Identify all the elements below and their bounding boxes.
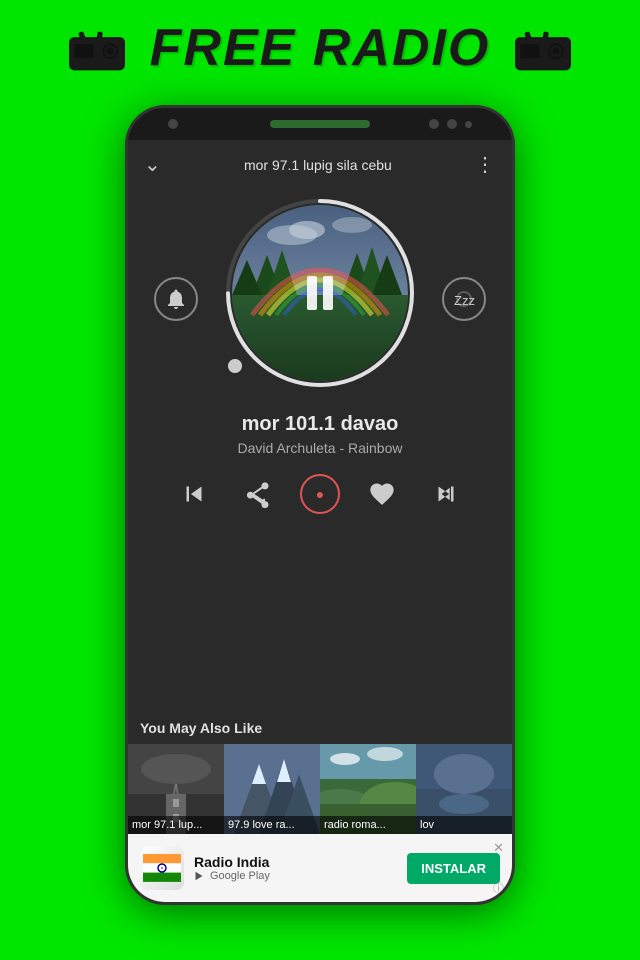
- pause-button[interactable]: [300, 273, 340, 313]
- section-label: You May Also Like: [128, 720, 512, 744]
- pause-bar-left: [307, 276, 317, 310]
- phone-status-bar: [128, 108, 512, 140]
- ad-info-button[interactable]: ⓘ: [493, 880, 504, 896]
- playback-controls: ●: [144, 472, 496, 516]
- forward-button[interactable]: [424, 472, 468, 516]
- google-play-icon: [194, 870, 206, 882]
- bell-button[interactable]: [154, 277, 198, 321]
- phone-frame: ⌄ mor 97.1 lupig sila cebu ⋮: [125, 105, 515, 905]
- app-screen: ⌄ mor 97.1 lupig sila cebu ⋮: [128, 140, 512, 902]
- ad-logo-inner: [140, 846, 184, 890]
- camera-dot: [168, 119, 178, 129]
- top-nav: ⌄ mor 97.1 lupig sila cebu ⋮: [128, 140, 512, 185]
- radio-icon-left: [62, 18, 132, 78]
- radio-icon-right: [508, 18, 578, 78]
- record-icon: ●: [316, 486, 324, 502]
- ad-title: Radio India: [194, 854, 397, 870]
- sensor-dot-1: [429, 119, 439, 129]
- ad-subtitle: Google Play: [194, 870, 397, 882]
- alarm-icon: Zzz: [452, 287, 476, 311]
- thumb-label-1: mor 97.1 lup...: [128, 816, 224, 834]
- ad-banner: Radio India Google Play INSTALAR ✕ ⓘ: [128, 834, 512, 902]
- pause-bar-right: [323, 276, 333, 310]
- bell-icon: [164, 287, 188, 311]
- ad-close-button[interactable]: ✕: [493, 840, 504, 856]
- player-section: Zzz mor 101.1 davao David Archuleta - Ra…: [128, 185, 512, 720]
- favorite-button[interactable]: [360, 472, 404, 516]
- record-button[interactable]: ●: [300, 474, 340, 514]
- thumbnail-item-3[interactable]: radio roma...: [320, 744, 416, 834]
- ad-logo: [140, 846, 184, 890]
- thumbnail-item-4[interactable]: lov: [416, 744, 512, 834]
- nav-more-button[interactable]: ⋮: [475, 152, 496, 177]
- thumbnail-item-2[interactable]: 97.9 love ra...: [224, 744, 320, 834]
- ad-text-block: Radio India Google Play: [194, 854, 397, 882]
- heart-icon: [368, 480, 396, 508]
- sensor-dot-3: [465, 121, 472, 128]
- circle-player[interactable]: [220, 193, 420, 393]
- ad-install-button[interactable]: INSTALAR: [407, 853, 500, 884]
- thumbnail-item-1[interactable]: mor 97.1 lup...: [128, 744, 224, 834]
- page-header: FREE RADIO: [0, 0, 640, 88]
- song-name: David Archuleta - Rainbow: [238, 440, 403, 456]
- share-icon: [244, 480, 272, 508]
- rewind-icon: [179, 479, 209, 509]
- progress-dot: [228, 359, 242, 373]
- thumb-label-2: 97.9 love ra...: [224, 816, 320, 834]
- forward-icon: [431, 479, 461, 509]
- share-button[interactable]: [236, 472, 280, 516]
- thumbnails-row: mor 97.1 lup... 97.9 love ra...: [128, 744, 512, 834]
- alarm-button[interactable]: Zzz: [442, 277, 486, 321]
- station-name: mor 101.1 davao: [242, 413, 399, 436]
- india-flag-icon: [143, 854, 181, 882]
- rewind-button[interactable]: [172, 472, 216, 516]
- page-title: FREE RADIO: [150, 18, 491, 78]
- ad-subtitle-text: Google Play: [210, 870, 270, 882]
- nav-down-chevron[interactable]: ⌄: [144, 152, 161, 177]
- sensor-dot-2: [447, 119, 457, 129]
- thumb-label-3: radio roma...: [320, 816, 416, 834]
- sensor-dots: [429, 119, 472, 129]
- player-controls-row: Zzz: [144, 193, 496, 405]
- speaker-bar: [270, 120, 370, 128]
- now-playing-station-title: mor 97.1 lupig sila cebu: [244, 157, 392, 173]
- thumb-label-4: lov: [416, 816, 512, 834]
